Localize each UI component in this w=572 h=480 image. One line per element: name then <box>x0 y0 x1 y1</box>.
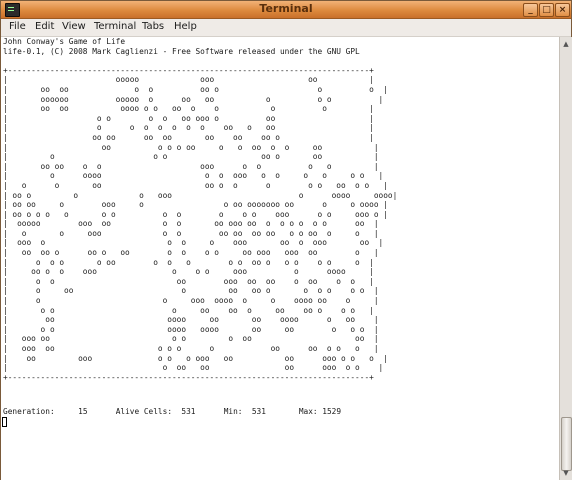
vertical-scrollbar[interactable]: ▲ ▼ <box>559 37 572 480</box>
max-label: Max: <box>298 407 318 416</box>
alive-cells-value: 531 <box>181 407 196 416</box>
close-button[interactable]: × <box>555 3 570 17</box>
maximize-button[interactable]: □ <box>539 3 554 17</box>
generation-value: 15 <box>78 407 88 416</box>
game-of-life-screen: John Conway's Game of Life life-0.1, (C)… <box>3 37 398 382</box>
status-line: Generation: 15 Alive Cells: 531 Min: 531… <box>3 407 341 416</box>
window-title: Terminal <box>259 2 313 15</box>
terminal-output-area[interactable]: John Conway's Game of Life life-0.1, (C)… <box>1 37 559 480</box>
menu-file[interactable]: File <box>9 21 26 32</box>
menu-terminal[interactable]: Terminal <box>94 21 136 32</box>
menu-view[interactable]: View <box>62 21 86 32</box>
generation-label: Generation: <box>3 407 55 416</box>
terminal-window: Terminal _ □ × File Edit View Terminal T… <box>0 0 572 480</box>
minimize-button[interactable]: _ <box>523 3 538 17</box>
max-value: 1529 <box>322 407 342 416</box>
title-bar[interactable]: Terminal _ □ × <box>1 1 571 19</box>
scroll-down-icon[interactable]: ▼ <box>561 468 571 478</box>
scrollbar-thumb[interactable] <box>561 417 572 471</box>
menu-tabs[interactable]: Tabs <box>142 21 164 32</box>
text-cursor <box>2 417 7 427</box>
min-value: 531 <box>251 407 266 416</box>
min-label: Min: <box>223 407 243 416</box>
alive-cells-label: Alive Cells: <box>115 407 173 416</box>
scroll-up-icon[interactable]: ▲ <box>561 39 571 49</box>
menu-help[interactable]: Help <box>174 21 197 32</box>
menu-bar: File Edit View Terminal Tabs Help <box>1 19 571 37</box>
menu-edit[interactable]: Edit <box>35 21 54 32</box>
